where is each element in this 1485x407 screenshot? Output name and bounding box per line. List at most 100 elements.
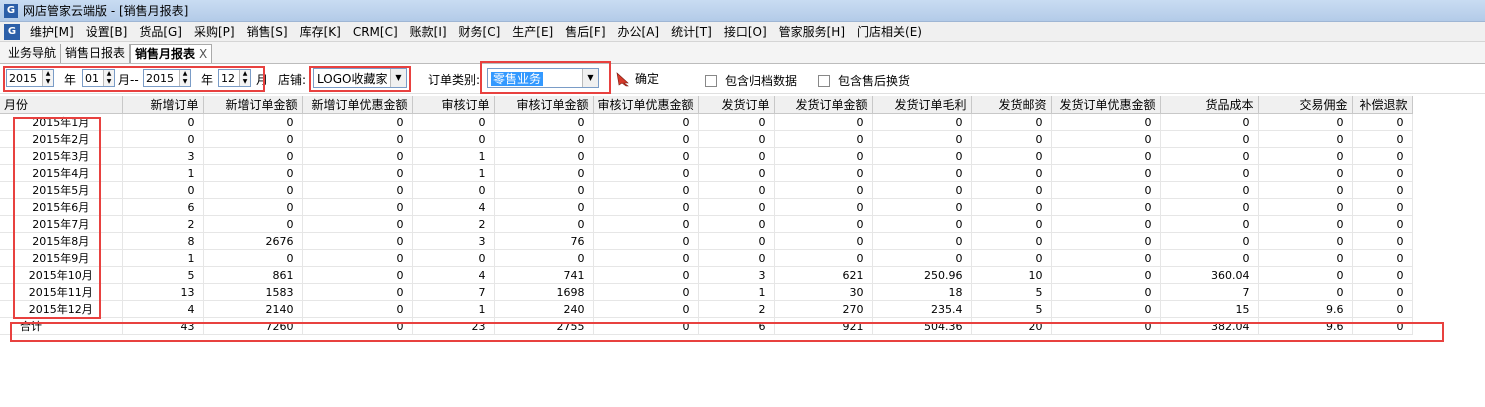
table-cell: 0 bbox=[698, 113, 775, 131]
table-row[interactable]: 2015年2月 0 0 0 0 0 0 0 0 0 0 0 0 0 0 bbox=[0, 130, 1413, 148]
menu-item[interactable]: 采购[P] bbox=[188, 23, 241, 40]
table-cell: 0 bbox=[122, 181, 204, 199]
table-row[interactable]: 2015年9月 1 0 0 0 0 0 0 0 0 0 0 0 0 0 bbox=[0, 249, 1413, 267]
table-row[interactable]: 2015年4月 1 0 0 1 0 0 0 0 0 0 0 0 0 0 bbox=[0, 164, 1413, 182]
spinner-arrows-icon[interactable]: ▲ ▼ bbox=[103, 70, 114, 86]
table-row[interactable]: 2015年5月 0 0 0 0 0 0 0 0 0 0 0 0 0 0 bbox=[0, 181, 1413, 199]
table-row[interactable]: 2015年10月 5 861 0 4 741 0 3 621 250.96 10 0 360.04 0 0 bbox=[0, 266, 1413, 284]
menu-item[interactable]: CRM[C] bbox=[347, 25, 404, 39]
menu-item[interactable]: 管家服务[H] bbox=[773, 23, 851, 40]
table-row[interactable]: 2015年8月 8 2676 0 3 76 0 0 0 0 0 0 0 0 0 bbox=[0, 232, 1413, 250]
column-header[interactable]: 发货邮资 bbox=[971, 96, 1052, 114]
table-cell: 0 bbox=[1352, 164, 1413, 182]
menu-item[interactable]: 接口[O] bbox=[718, 23, 773, 40]
table-cell: 0 bbox=[494, 164, 594, 182]
table-cell: 18 bbox=[872, 283, 972, 301]
menu-item[interactable]: 生产[E] bbox=[506, 23, 559, 40]
table-cell: 0 bbox=[1258, 266, 1353, 284]
spinner-arrows-icon[interactable]: ▲ ▼ bbox=[239, 70, 250, 86]
table-cell: 7 bbox=[412, 283, 495, 301]
total-row[interactable]: 合计 43 7260 0 23 2755 0 6 921 504.36 20 0 382.04 9.6 0 bbox=[0, 317, 1413, 335]
column-header[interactable]: 货品成本 bbox=[1160, 96, 1259, 114]
window-title: 网店管家云端版 - [销售月报表] bbox=[23, 4, 189, 18]
menu-item[interactable]: 账款[I] bbox=[404, 23, 453, 40]
column-header[interactable]: 发货订单优惠金额 bbox=[1051, 96, 1161, 114]
table-cell: 0 bbox=[971, 113, 1052, 131]
aftersale-checkbox[interactable]: 包含售后换货 bbox=[818, 72, 910, 89]
table-cell: 0 bbox=[872, 147, 972, 165]
menu-item[interactable]: 库存[K] bbox=[294, 23, 347, 40]
table-row[interactable]: 2015年6月 6 0 0 4 0 0 0 0 0 0 0 0 0 0 bbox=[0, 198, 1413, 216]
table-row[interactable]: 2015年3月 3 0 0 1 0 0 0 0 0 0 0 0 0 0 bbox=[0, 147, 1413, 165]
tab-daily-report[interactable]: 销售日报表 bbox=[61, 44, 131, 63]
table-row[interactable]: 2015年11月 13 1583 0 7 1698 0 1 30 18 5 0 7 0 0 bbox=[0, 283, 1413, 301]
column-header[interactable]: 审核订单金额 bbox=[494, 96, 594, 114]
column-header[interactable]: 交易佣金 bbox=[1258, 96, 1353, 114]
table-cell: 9.6 bbox=[1258, 300, 1353, 318]
from-month-spinner[interactable]: 01 ▲ ▼ bbox=[82, 69, 115, 87]
order-type-select[interactable]: 零售业务 ▼ bbox=[487, 68, 599, 88]
table-cell: 0 bbox=[1051, 300, 1161, 318]
table-cell: 0 bbox=[203, 164, 303, 182]
month-label: 月 bbox=[256, 73, 269, 87]
checkbox-icon[interactable] bbox=[818, 74, 830, 87]
table-cell: 0 bbox=[1352, 181, 1413, 199]
table-cell: 3 bbox=[412, 232, 495, 250]
confirm-label: 确定 bbox=[635, 72, 660, 86]
spinner-arrows-icon[interactable]: ▲ ▼ bbox=[42, 70, 53, 86]
menu-item[interactable]: 货品[G] bbox=[133, 23, 188, 40]
table-cell: 0 bbox=[494, 113, 594, 131]
menu-item[interactable]: 门店相关(E) bbox=[851, 23, 928, 40]
table-row[interactable]: 2015年7月 2 0 0 2 0 0 0 0 0 0 0 0 0 0 bbox=[0, 215, 1413, 233]
checkbox-icon[interactable] bbox=[705, 74, 717, 87]
table-row[interactable]: 2015年1月 0 0 0 0 0 0 0 0 0 0 0 0 0 0 bbox=[0, 113, 1413, 131]
menu-item[interactable]: 财务[C] bbox=[453, 23, 507, 40]
archive-checkbox[interactable]: 包含归档数据 bbox=[705, 72, 797, 89]
table-cell: 0 bbox=[412, 113, 495, 131]
column-header[interactable]: 发货订单金额 bbox=[774, 96, 873, 114]
menu-item[interactable]: 设置[B] bbox=[80, 23, 134, 40]
table-cell: 0 bbox=[203, 215, 303, 233]
table-row[interactable]: 2015年12月 4 2140 0 1 240 0 2 270 235.4 5 0 15 9.6 0 bbox=[0, 300, 1413, 318]
table-cell: 0 bbox=[1051, 130, 1161, 148]
spinner-arrows-icon[interactable]: ▲ ▼ bbox=[179, 70, 190, 86]
chevron-down-icon[interactable]: ▼ bbox=[582, 69, 598, 87]
tab-close-icon[interactable]: X bbox=[199, 47, 207, 61]
table-cell: 240 bbox=[494, 300, 594, 318]
table-cell: 0 bbox=[1352, 113, 1413, 131]
menu-item[interactable]: 销售[S] bbox=[241, 23, 294, 40]
table-cell: 2015年9月 bbox=[0, 249, 123, 267]
menu-item[interactable]: 统计[T] bbox=[665, 23, 718, 40]
chevron-down-icon[interactable]: ▼ bbox=[390, 69, 406, 87]
table-cell: 0 bbox=[1160, 215, 1259, 233]
report-grid[interactable]: 月份 新增订单 新增订单金额 新增订单优惠金额 审核订单 审核订单金额 审核订单优惠金额 发货… bbox=[0, 96, 1485, 407]
column-header[interactable]: 新增订单优惠金额 bbox=[302, 96, 413, 114]
table-cell: 1 bbox=[412, 147, 495, 165]
column-header[interactable]: 新增订单金额 bbox=[203, 96, 303, 114]
table-cell: 0 bbox=[774, 232, 873, 250]
confirm-button[interactable]: 确定 bbox=[615, 70, 659, 87]
column-header[interactable]: 新增订单 bbox=[122, 96, 204, 114]
menu-item[interactable]: 售后[F] bbox=[559, 23, 611, 40]
column-header[interactable]: 发货订单毛利 bbox=[872, 96, 972, 114]
to-month-spinner[interactable]: 12 ▲ ▼ bbox=[218, 69, 251, 87]
column-header[interactable]: 补偿退款 bbox=[1352, 96, 1413, 114]
menu-item[interactable]: 办公[A] bbox=[612, 23, 666, 40]
tab-monthly-report[interactable]: 销售月报表 X bbox=[130, 44, 213, 63]
column-header[interactable]: 发货订单 bbox=[698, 96, 775, 114]
from-year-spinner[interactable]: 2015 ▲ ▼ bbox=[6, 69, 54, 87]
table-cell: 1583 bbox=[203, 283, 303, 301]
column-header[interactable]: 月份 bbox=[0, 96, 123, 114]
table-cell: 270 bbox=[774, 300, 873, 318]
column-header[interactable]: 审核订单 bbox=[412, 96, 495, 114]
tab-business-nav[interactable]: 业务导航 bbox=[4, 44, 62, 63]
total-cell: 23 bbox=[412, 317, 495, 335]
to-year-spinner[interactable]: 2015 ▲ ▼ bbox=[143, 69, 191, 87]
column-header[interactable]: 审核订单优惠金额 bbox=[593, 96, 699, 114]
table-cell: 0 bbox=[1258, 164, 1353, 182]
table-cell: 0 bbox=[494, 215, 594, 233]
tab-bar: 业务导航 销售日报表 销售月报表 X bbox=[0, 42, 1485, 64]
menu-item[interactable]: 维护[M] bbox=[24, 23, 80, 40]
shop-select[interactable]: LOGO收藏家 ▼ bbox=[313, 68, 407, 88]
filter-bar: 2015 ▲ ▼ 年 01 ▲ ▼ 月-- 2015 ▲ ▼ 年 12 ▲ ▼ 月 店铺… bbox=[0, 64, 1485, 94]
